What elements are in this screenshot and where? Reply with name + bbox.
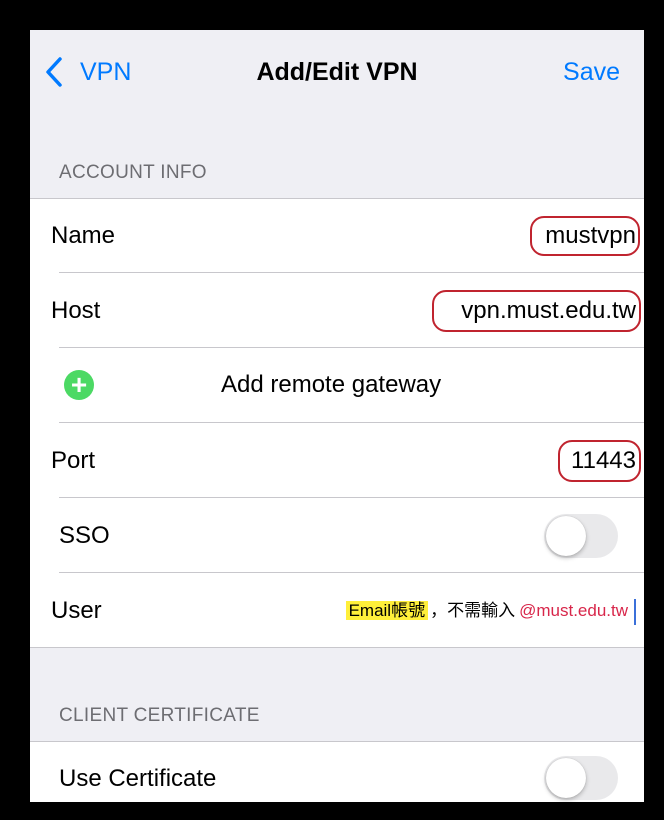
add-remote-gateway-label: Add remote gateway: [221, 371, 442, 398]
plus-icon: +: [64, 370, 94, 400]
sso-label: SSO: [59, 522, 110, 549]
account-info-group: Name mustvpn Host vpn.must.edu.tw + Add …: [30, 198, 644, 648]
divider: [30, 741, 644, 742]
name-field[interactable]: mustvpn: [545, 222, 636, 250]
text-cursor: [634, 598, 636, 625]
page-title: Add/Edit VPN: [256, 58, 418, 86]
divider: [30, 647, 644, 648]
toggle-knob: [546, 516, 586, 556]
toggle-knob: [546, 758, 586, 798]
save-button[interactable]: Save: [563, 58, 620, 86]
port-label: Port: [51, 447, 96, 474]
divider: [59, 422, 644, 423]
host-label: Host: [51, 297, 101, 324]
divider: [59, 497, 644, 498]
user-label: User: [51, 597, 102, 624]
user-hint-domain: @must.edu.tw: [519, 601, 628, 620]
section-header-client-certificate: CLIENT CERTIFICATE: [59, 705, 260, 726]
sso-toggle[interactable]: [544, 514, 618, 558]
host-field[interactable]: vpn.must.edu.tw: [461, 297, 636, 325]
name-label: Name: [51, 222, 116, 249]
divider: [59, 272, 644, 273]
use-certificate-toggle[interactable]: [544, 756, 618, 800]
port-field[interactable]: 11443: [571, 447, 636, 475]
client-certificate-group: Use Certificate: [30, 741, 644, 802]
vpn-settings-screen: VPN Add/Edit VPN Save ACCOUNT INFO Name …: [30, 30, 644, 802]
add-remote-gateway-button[interactable]: + Add remote gateway: [30, 348, 644, 422]
use-certificate-label: Use Certificate: [59, 765, 217, 792]
section-header-account-info: ACCOUNT INFO: [59, 162, 207, 183]
user-hint-text: ，不需輸入: [430, 601, 516, 620]
divider: [59, 572, 644, 573]
user-hint-highlight: Email帳號: [345, 601, 429, 620]
user-field[interactable]: Email帳號 ，不需輸入 @must.edu.tw: [345, 597, 636, 625]
divider: [30, 198, 644, 199]
